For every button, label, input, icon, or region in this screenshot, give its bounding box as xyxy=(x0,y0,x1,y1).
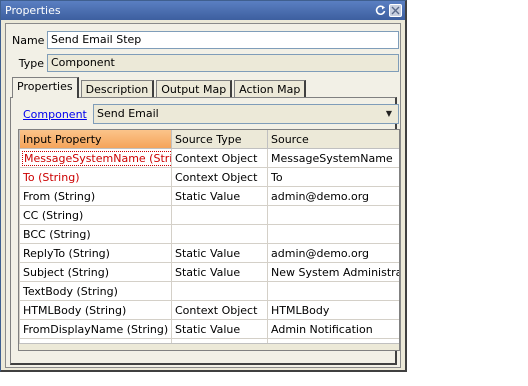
cell-source[interactable]: To xyxy=(267,167,399,187)
cell-source[interactable]: Admin Notification xyxy=(267,319,399,339)
grid-header-row: Input Property Source Type Source xyxy=(19,130,399,149)
tab-action-map[interactable]: Action Map xyxy=(234,80,307,98)
cell-source-type[interactable] xyxy=(171,281,268,301)
column-header-source[interactable]: Source xyxy=(267,130,399,149)
cell-source[interactable]: admin@demo.org xyxy=(267,243,399,263)
column-header-input-property[interactable]: Input Property xyxy=(19,130,172,149)
name-field[interactable]: Send Email Step xyxy=(47,31,399,49)
cell-input-property[interactable]: MessageSystemName (String) xyxy=(19,148,172,168)
type-field: Component xyxy=(47,54,399,72)
tab-bar: Properties Description Output Map Action… xyxy=(12,77,308,98)
cell-source-type[interactable]: Context Object xyxy=(171,148,268,168)
cell-input-property[interactable]: BCC (String) xyxy=(19,224,172,244)
cell-input-property[interactable]: CC (String) xyxy=(19,205,172,225)
component-selected-value: Send Email xyxy=(97,107,159,120)
cell-input-property[interactable]: HTMLBody (String) xyxy=(19,300,172,320)
refresh-icon[interactable] xyxy=(374,4,387,17)
table-row[interactable]: TextBody (String) xyxy=(19,281,399,301)
type-row: Type Component xyxy=(12,53,399,73)
cell-source[interactable]: MessageSystemName xyxy=(267,148,399,168)
table-row[interactable]: CC (String) xyxy=(19,205,399,225)
cell-source-type[interactable] xyxy=(171,224,268,244)
cell-input-property[interactable]: TextBody (String) xyxy=(19,281,172,301)
cell-input-property[interactable]: From (String) xyxy=(19,186,172,206)
properties-tab-panel: Component Send Email ▼ Input Property So… xyxy=(10,97,400,365)
cell-source-type[interactable]: Static Value xyxy=(171,319,268,339)
cell-input-property[interactable]: Subject (String) xyxy=(19,262,172,282)
cell-input-property[interactable]: To (String) xyxy=(19,167,172,187)
table-row[interactable]: ReplyTo (String) Static Value admin@demo.o… xyxy=(19,243,399,263)
name-label: Name xyxy=(12,33,45,47)
cell-source-type[interactable] xyxy=(171,205,268,225)
table-row[interactable]: BCC (String) xyxy=(19,224,399,244)
cell-input-property[interactable]: FromDisplayName (String) xyxy=(19,319,172,339)
input-property-grid: Input Property Source Type Source Messag… xyxy=(18,129,400,351)
cell-input-property[interactable]: ReplyTo (String) xyxy=(19,243,172,263)
table-row[interactable]: MessageSystemName (String)Context Object… xyxy=(19,148,399,168)
table-row[interactable]: To (String) Context Object To xyxy=(19,167,399,187)
properties-window: Properties Name Send Email Step Type Com… xyxy=(0,0,407,372)
component-link[interactable]: Component xyxy=(17,108,93,121)
name-row: Name Send Email Step xyxy=(12,30,399,50)
window-title: Properties xyxy=(5,4,61,17)
cell-source[interactable]: New System Administrator xyxy=(267,262,399,282)
title-bar[interactable]: Properties xyxy=(1,1,405,20)
grid-footer xyxy=(19,343,399,350)
table-row[interactable]: From (String) Static Value admin@demo.org xyxy=(19,186,399,206)
tab-output-map[interactable]: Output Map xyxy=(156,80,233,98)
cell-source-type[interactable]: Context Object xyxy=(171,167,268,187)
column-header-source-type[interactable]: Source Type xyxy=(171,130,268,149)
cell-source[interactable] xyxy=(267,224,399,244)
type-label: Type xyxy=(18,56,44,70)
cell-source-type[interactable]: Static Value xyxy=(171,243,268,263)
cell-source-type[interactable]: Context Object xyxy=(171,300,268,320)
tab-properties[interactable]: Properties xyxy=(12,77,79,98)
table-row[interactable]: Subject (String) Static Value New System A… xyxy=(19,262,399,282)
chevron-down-icon[interactable]: ▼ xyxy=(382,107,396,121)
cell-source[interactable] xyxy=(267,205,399,225)
close-icon[interactable] xyxy=(389,4,402,17)
component-row: Component Send Email ▼ xyxy=(17,104,399,124)
cell-source[interactable]: admin@demo.org xyxy=(267,186,399,206)
cell-source-type[interactable]: Static Value xyxy=(171,186,268,206)
component-select[interactable]: Send Email ▼ xyxy=(93,104,399,124)
table-row[interactable]: HTMLBody (String) Context Object HTMLBody xyxy=(19,300,399,320)
cell-source[interactable] xyxy=(267,281,399,301)
properties-panel: Name Send Email Step Type Component Prop… xyxy=(5,23,401,368)
tab-description[interactable]: Description xyxy=(80,80,155,98)
cell-source[interactable]: HTMLBody xyxy=(267,300,399,320)
cell-source-type[interactable]: Static Value xyxy=(171,262,268,282)
table-row[interactable]: FromDisplayName (String) Static Value Admi… xyxy=(19,319,399,339)
